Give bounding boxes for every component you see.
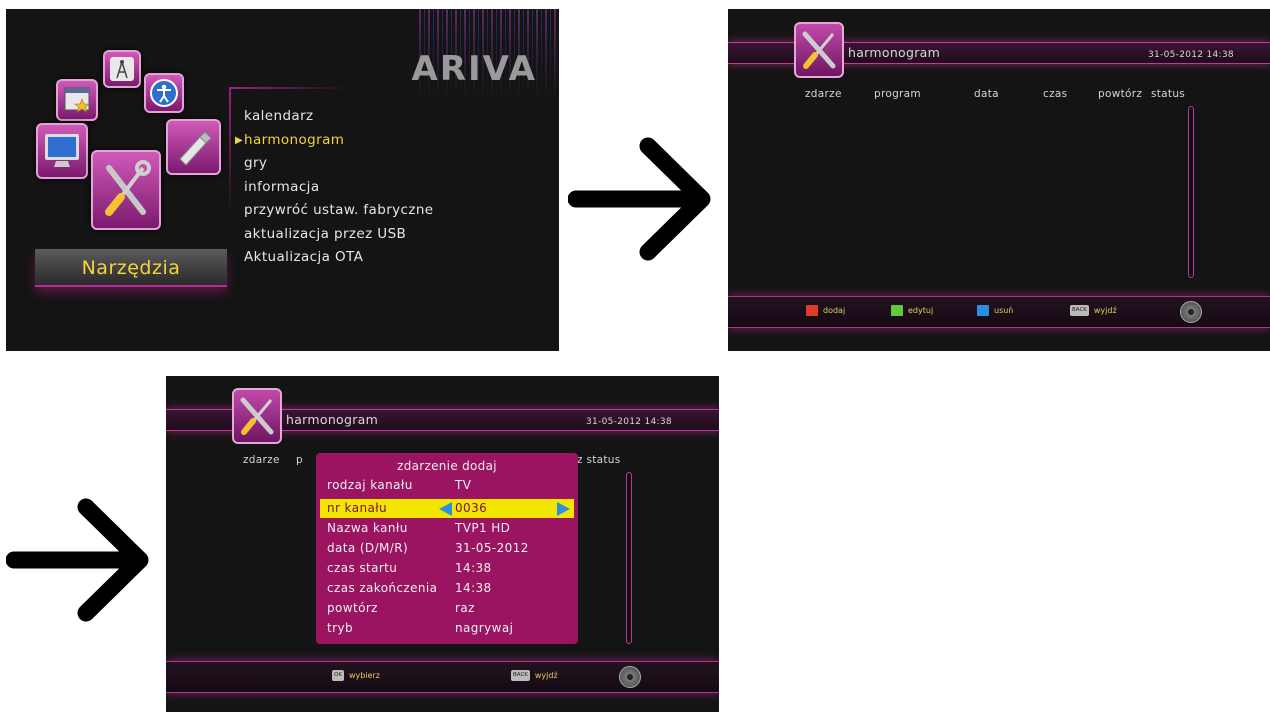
green-key-icon <box>891 305 903 316</box>
add-button[interactable]: dodaj <box>806 305 845 316</box>
arrow-right-icon <box>6 498 149 622</box>
arrow-left-icon[interactable] <box>439 502 452 516</box>
select-button[interactable]: OK wybierz <box>332 670 380 681</box>
menu-item-factory-reset[interactable]: przywróć ustaw. fabryczne <box>244 199 434 223</box>
field-channel-number[interactable]: nr kanału 0036 <box>320 499 574 518</box>
menu-item-gry[interactable]: gry <box>244 152 434 176</box>
monitor-icon[interactable] <box>36 123 88 179</box>
column-header-zdarze: zdarze <box>243 454 280 466</box>
accessibility-icon[interactable] <box>144 73 184 113</box>
column-header-data: data <box>974 88 999 100</box>
column-header-zdarze: zdarze <box>805 88 842 100</box>
column-header-czas: czas <box>1043 88 1068 100</box>
field-start-time[interactable]: czas startu 14:38 <box>320 559 574 578</box>
column-header-status: z status <box>577 454 621 466</box>
field-mode[interactable]: tryb nagrywaj <box>320 619 574 638</box>
dialog-title: zdarzenie dodaj <box>397 459 497 473</box>
blue-key-icon <box>977 305 989 316</box>
tools-menu-list: kalendarz ▶ harmonogram gry informacja pr… <box>235 105 434 270</box>
red-key-icon <box>806 305 818 316</box>
back-key-icon: BACK <box>511 670 530 681</box>
selection-arrow-icon: ▶ <box>235 134 244 146</box>
arrow-right-icon <box>568 137 711 261</box>
exit-button[interactable]: BACK wyjdź <box>511 670 558 681</box>
menu-frame-left <box>229 87 231 217</box>
page-title: harmonogram <box>848 45 941 60</box>
column-header-program: p <box>296 454 303 466</box>
brand-logo: ARIVA <box>411 49 537 89</box>
column-header-powtorz: powtórz <box>1098 88 1143 100</box>
delete-button[interactable]: usuń <box>977 305 1013 316</box>
tools-icon[interactable] <box>91 150 161 230</box>
usb-stick-icon[interactable] <box>166 119 221 175</box>
arrow-right-icon[interactable] <box>557 502 570 516</box>
exit-button[interactable]: BACK wyjdź <box>1070 305 1117 316</box>
scrollbar[interactable] <box>1188 106 1194 278</box>
datetime: 31-05-2012 14:38 <box>586 417 672 427</box>
back-key-icon: BACK <box>1070 305 1089 316</box>
ok-key-icon: OK <box>332 670 344 681</box>
menu-item-usb-update[interactable]: aktualizacja przez USB <box>244 223 434 247</box>
add-event-dialog: zdarzenie dodaj rodzaj kanału TV nr kanał… <box>316 453 578 644</box>
section-title: Narzędzia <box>35 249 227 287</box>
field-channel-type[interactable]: rodzaj kanału TV <box>320 476 574 495</box>
menu-frame-top <box>229 87 349 89</box>
page-title: harmonogram <box>286 412 379 427</box>
dpad-icon <box>1180 301 1202 323</box>
field-date[interactable]: data (D/M/R) 31-05-2012 <box>320 539 574 558</box>
tools-icon <box>232 388 282 444</box>
tools-icon <box>794 22 844 78</box>
field-repeat[interactable]: powtórz raz <box>320 599 574 618</box>
field-channel-name[interactable]: Nazwa kanłu TVP1 HD <box>320 519 574 538</box>
scrollbar[interactable] <box>626 472 632 644</box>
field-end-time[interactable]: czas zakończenia 14:38 <box>320 579 574 598</box>
menu-item-informacja[interactable]: informacja <box>244 176 434 200</box>
menu-item-ota-update[interactable]: Aktualizacja OTA <box>244 246 434 270</box>
menu-item-harmonogram[interactable]: ▶ harmonogram <box>235 129 434 153</box>
calendar-star-icon[interactable] <box>56 79 98 121</box>
datetime: 31-05-2012 14:38 <box>1148 50 1234 60</box>
edit-button[interactable]: edytuj <box>891 305 933 316</box>
column-header-program: program <box>874 88 921 100</box>
timer-list-screen: harmonogram 31-05-2012 14:38 zdarze prog… <box>728 9 1270 351</box>
menu-item-kalendarz[interactable]: kalendarz <box>244 105 434 129</box>
dpad-icon <box>619 666 641 688</box>
add-event-screen: harmonogram 31-05-2012 14:38 zdarze p z … <box>166 376 719 712</box>
tools-menu-screen: ARIVA kalendarz ▶ harmonogram gry informa… <box>6 9 559 351</box>
antenna-icon[interactable] <box>103 50 141 88</box>
column-header-status: status <box>1151 88 1186 100</box>
